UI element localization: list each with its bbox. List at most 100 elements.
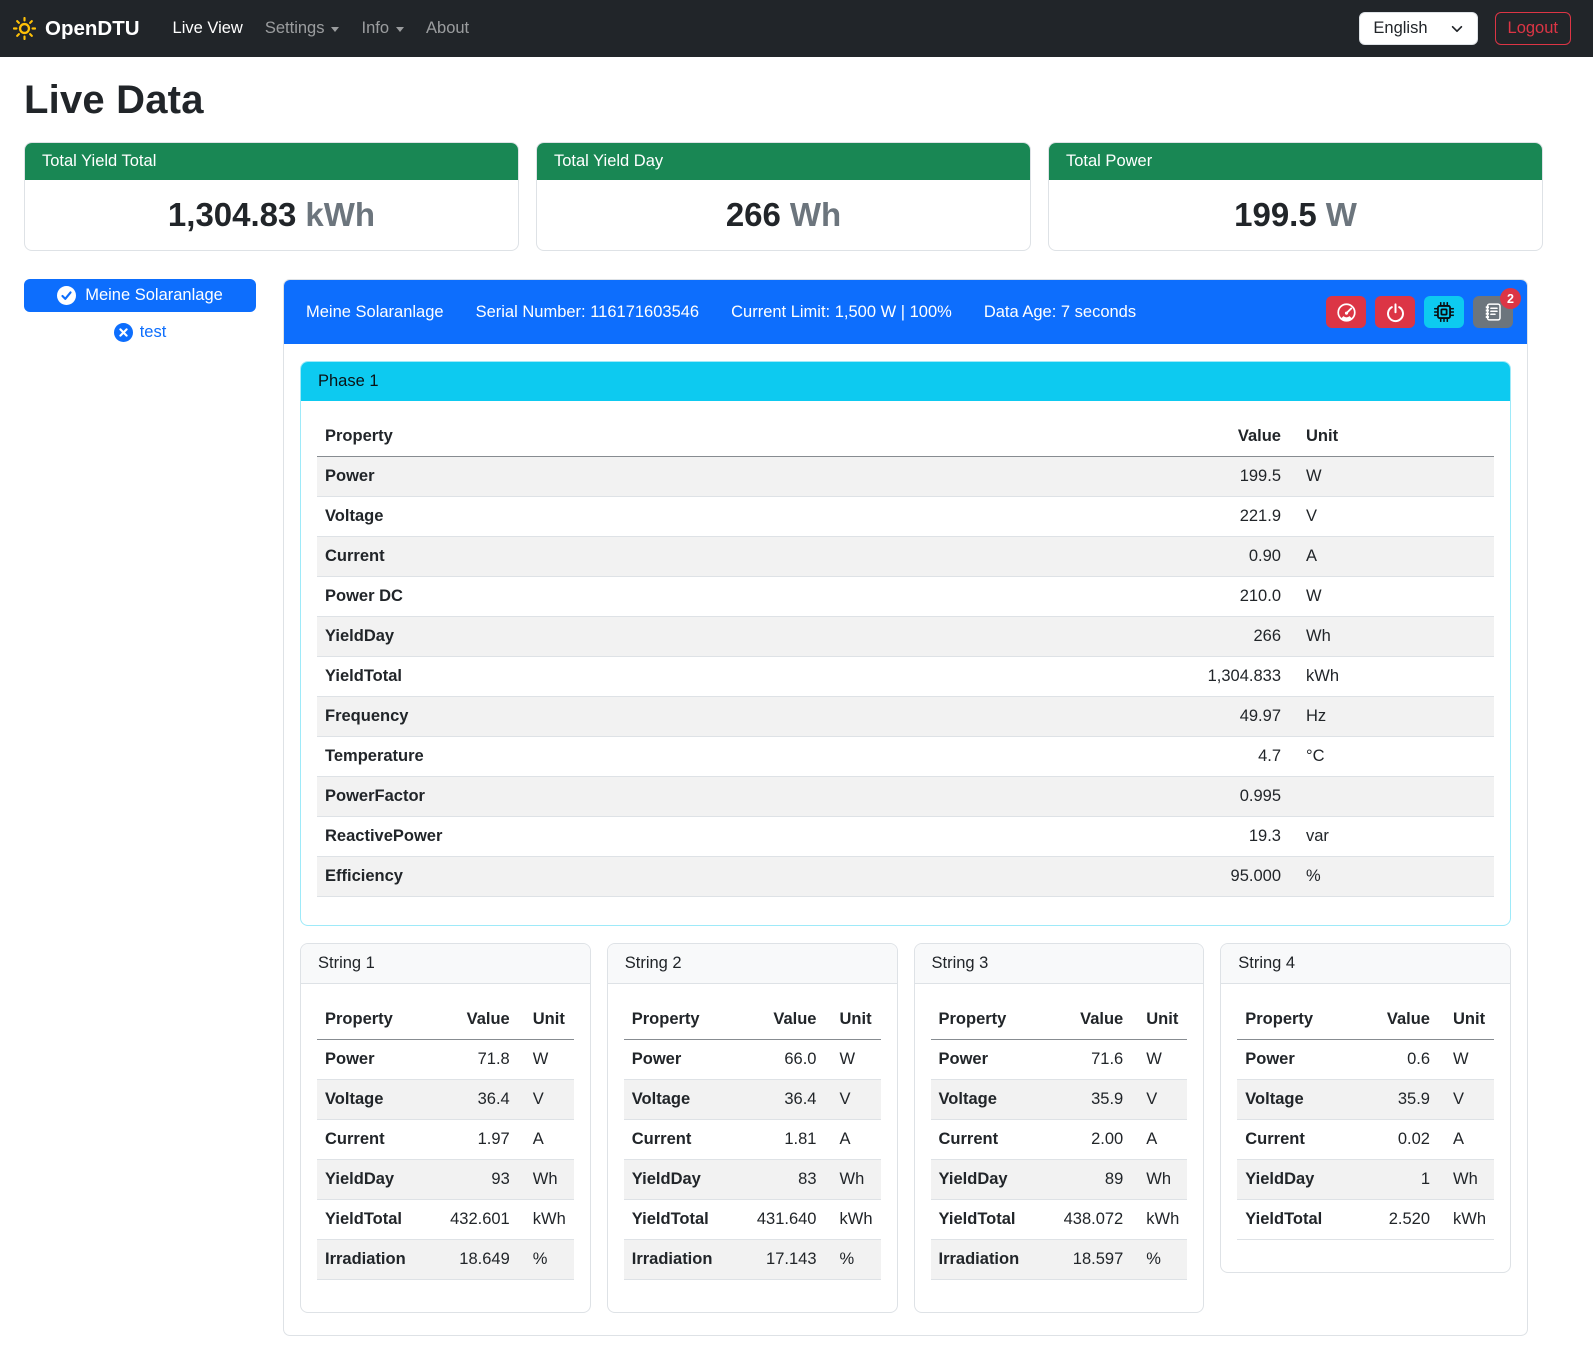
property-cell: YieldTotal	[624, 1200, 741, 1240]
column-header-value: Value	[434, 1000, 518, 1040]
table-row: Current0.90A	[317, 537, 1494, 577]
column-header-property: Property	[624, 1000, 741, 1040]
value-cell: 18.597	[1047, 1240, 1131, 1280]
power-button[interactable]	[1375, 296, 1415, 328]
property-cell: Temperature	[317, 737, 1169, 777]
sidebar-item-meine-solaranlage[interactable]: Meine Solaranlage	[24, 279, 256, 312]
phase-table: Property Value Unit Power199.5WVoltage22…	[317, 417, 1494, 897]
unit-cell: Wh	[1131, 1160, 1187, 1200]
summary-card-unit: kWh	[305, 196, 375, 233]
nav-item-about[interactable]: About	[415, 11, 480, 46]
string-card: String 2 Property Value Unit Power66.0WV…	[607, 943, 898, 1313]
inverter-limit: Current Limit: 1,500 W | 100%	[731, 303, 952, 322]
string-card: String 3 Property Value Unit Power71.6WV…	[914, 943, 1205, 1313]
device-info-button[interactable]	[1424, 296, 1464, 328]
nav-right: English Logout	[1359, 12, 1571, 45]
inverter-name: Meine Solaranlage	[306, 303, 444, 322]
unit-cell: kWh	[1131, 1200, 1187, 1240]
table-row: ReactivePower19.3var	[317, 817, 1494, 857]
chevron-down-icon	[331, 27, 339, 32]
property-cell: Voltage	[317, 1080, 434, 1120]
limit-settings-button[interactable]	[1326, 296, 1366, 328]
page-container: Live Data Total Yield Total 1,304.83kWh …	[0, 78, 1593, 1366]
table-row: Current2.00A	[931, 1120, 1188, 1160]
summary-card-unit: Wh	[790, 196, 841, 233]
event-log-button[interactable]: 2	[1473, 296, 1513, 328]
column-header-unit: Unit	[1131, 1000, 1187, 1040]
table-row: Current0.02A	[1237, 1120, 1494, 1160]
nav-item-live-view[interactable]: Live View	[162, 11, 254, 46]
x-circle-icon	[114, 323, 133, 342]
value-cell: 35.9	[1047, 1080, 1131, 1120]
unit-cell: Wh	[1289, 617, 1494, 657]
property-cell: Current	[317, 537, 1169, 577]
unit-cell: Hz	[1289, 697, 1494, 737]
string-card-title: String 2	[608, 944, 897, 984]
value-cell: 35.9	[1354, 1080, 1438, 1120]
value-cell: 266	[1169, 617, 1289, 657]
unit-cell: var	[1289, 817, 1494, 857]
table-row: YieldDay83Wh	[624, 1160, 881, 1200]
column-header-value: Value	[1169, 417, 1289, 457]
main-row: Meine Solaranlage test Meine Solaranlage…	[24, 279, 1543, 1336]
unit-cell: %	[1289, 857, 1494, 897]
table-row: Power71.8W	[317, 1040, 574, 1080]
table-header-row: Property Value Unit	[317, 417, 1494, 457]
table-row: Irradiation18.649%	[317, 1240, 574, 1280]
unit-cell: W	[1289, 457, 1494, 497]
sidebar-item-label: Meine Solaranlage	[85, 286, 223, 305]
unit-cell: kWh	[1289, 657, 1494, 697]
string-card-title: String 3	[915, 944, 1204, 984]
page-title: Live Data	[24, 78, 1543, 123]
string-table: Property Value Unit Power66.0WVoltage36.…	[624, 1000, 881, 1280]
value-cell: 83	[741, 1160, 825, 1200]
brand[interactable]: OpenDTU	[13, 17, 140, 41]
value-cell: 71.8	[434, 1040, 518, 1080]
summary-card-value: 199.5	[1234, 196, 1317, 233]
column-header-property: Property	[1237, 1000, 1354, 1040]
string-card-body: Property Value Unit Power0.6WVoltage35.9…	[1221, 984, 1510, 1272]
nav-item-info[interactable]: Info	[350, 11, 415, 46]
logout-button[interactable]: Logout	[1495, 12, 1571, 45]
phase-panel-body: Property Value Unit Power199.5WVoltage22…	[301, 401, 1510, 925]
check-circle-icon	[57, 286, 76, 305]
unit-cell: kWh	[825, 1200, 881, 1240]
table-row: YieldTotal1,304.833kWh	[317, 657, 1494, 697]
inverter-data-age: Data Age: 7 seconds	[984, 303, 1136, 322]
property-cell: YieldTotal	[931, 1200, 1048, 1240]
summary-card-title: Total Power	[1049, 143, 1542, 180]
string-table-body: Power0.6WVoltage35.9VCurrent0.02AYieldDa…	[1237, 1040, 1494, 1240]
nav-item-settings[interactable]: Settings	[254, 11, 351, 46]
column-header-property: Property	[931, 1000, 1048, 1040]
summary-cards-row: Total Yield Total 1,304.83kWh Total Yiel…	[24, 142, 1543, 251]
value-cell: 18.649	[434, 1240, 518, 1280]
value-cell: 36.4	[741, 1080, 825, 1120]
property-cell: Current	[624, 1120, 741, 1160]
string-table: Property Value Unit Power71.6WVoltage35.…	[931, 1000, 1188, 1280]
value-cell: 2.520	[1354, 1200, 1438, 1240]
unit-cell: A	[1131, 1120, 1187, 1160]
inverter-card-header: Meine Solaranlage Serial Number: 1161716…	[284, 280, 1527, 344]
language-select-value: English	[1373, 19, 1427, 38]
value-cell: 1	[1354, 1160, 1438, 1200]
table-row: Frequency49.97Hz	[317, 697, 1494, 737]
property-cell: Irradiation	[931, 1240, 1048, 1280]
table-row: Power66.0W	[624, 1040, 881, 1080]
value-cell: 4.7	[1169, 737, 1289, 777]
value-cell: 210.0	[1169, 577, 1289, 617]
property-cell: YieldDay	[317, 617, 1169, 657]
language-select[interactable]: English	[1359, 12, 1477, 45]
unit-cell: W	[1438, 1040, 1494, 1080]
sidebar-item-test[interactable]: test	[24, 323, 256, 342]
column-header-unit: Unit	[1438, 1000, 1494, 1040]
table-row: Temperature4.7°C	[317, 737, 1494, 777]
table-row: YieldDay93Wh	[317, 1160, 574, 1200]
property-cell: Frequency	[317, 697, 1169, 737]
value-cell: 49.97	[1169, 697, 1289, 737]
value-cell: 199.5	[1169, 457, 1289, 497]
unit-cell: A	[1438, 1120, 1494, 1160]
property-cell: Irradiation	[317, 1240, 434, 1280]
string-card-title: String 4	[1221, 944, 1510, 984]
unit-cell: V	[1131, 1080, 1187, 1120]
value-cell: 438.072	[1047, 1200, 1131, 1240]
